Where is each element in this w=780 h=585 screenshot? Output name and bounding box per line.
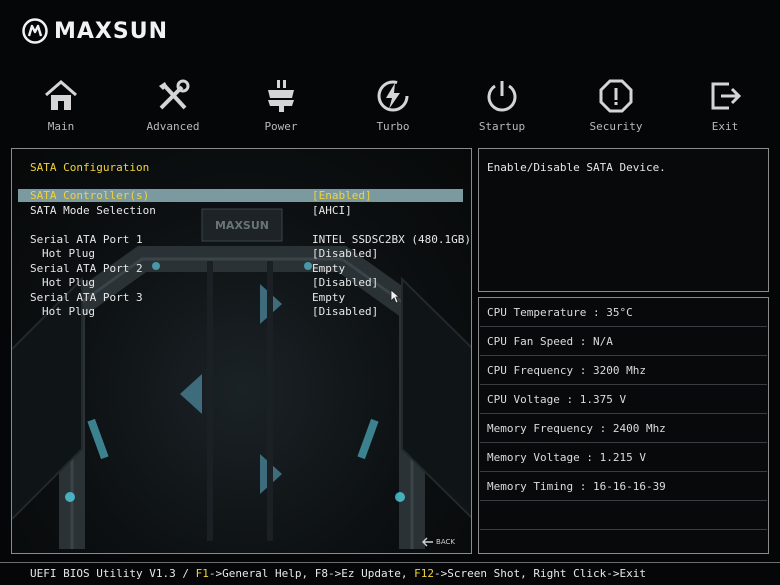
row-value[interactable]: [Disabled] (312, 276, 378, 289)
footer-f12-key: F12 (414, 567, 435, 580)
row-sata-mode-selection[interactable]: SATA Mode Selection [AHCI] (18, 204, 463, 217)
mouse-cursor-icon (390, 289, 400, 304)
row-label: Serial ATA Port 3 (30, 291, 143, 304)
row-value[interactable]: [Enabled] (312, 189, 372, 202)
back-button[interactable]: BACK (422, 537, 455, 547)
svg-text:MAXSUN: MAXSUN (215, 219, 269, 232)
divider (480, 471, 767, 472)
row-label: Serial ATA Port 1 (30, 233, 143, 246)
divider (480, 384, 767, 385)
tab-advanced[interactable]: Advanced (128, 78, 218, 133)
row-sata-controllers[interactable]: SATA Controller(s) [Enabled] (18, 189, 463, 202)
tab-exit-label: Exit (711, 120, 739, 133)
row-serial-ata-port-1: Serial ATA Port 1 INTEL SSDSC2BX (480.1G… (18, 233, 471, 246)
back-arrow-icon (422, 537, 434, 547)
footer-prefix: UEFI BIOS Utility V1.3 / (30, 567, 196, 580)
startup-icon (487, 81, 517, 112)
tab-security-label: Security (589, 120, 643, 133)
power-plug-icon (268, 80, 294, 112)
row-hot-plug-3[interactable]: Hot Plug [Disabled] (18, 305, 463, 318)
row-hot-plug-2[interactable]: Hot Plug [Disabled] (18, 276, 463, 289)
status-memory-frequency: Memory Frequency : 2400 Mhz (487, 422, 666, 435)
divider (480, 442, 767, 443)
row-label: SATA Controller(s) (30, 189, 150, 202)
tab-startup[interactable]: Startup (457, 78, 547, 133)
footer-f1-text: ->General Help, F8->Ez Update, (208, 567, 415, 580)
status-memory-voltage: Memory Voltage : 1.215 V (487, 451, 646, 464)
maxsun-logo-icon (22, 18, 48, 44)
help-text: Enable/Disable SATA Device. (487, 161, 666, 174)
hardware-status-panel: CPU Temperature : 35°C CPU Fan Speed : N… (478, 297, 769, 554)
row-value: Empty (312, 291, 346, 304)
row-value: Empty (312, 262, 346, 275)
row-label: Hot Plug (42, 247, 95, 260)
settings-panel: MAXSUN SATA Configuration SATA Controlle… (11, 148, 472, 554)
tab-power[interactable]: Power (236, 78, 326, 133)
row-label: Hot Plug (42, 276, 95, 289)
tab-power-label: Power (264, 120, 298, 133)
divider (480, 529, 767, 530)
turbo-icon (377, 80, 409, 112)
divider (480, 500, 767, 501)
exit-icon (711, 82, 742, 110)
status-memory-timing: Memory Timing : 16-16-16-39 (487, 480, 666, 493)
tab-startup-label: Startup (478, 120, 526, 133)
tools-icon (159, 79, 190, 110)
row-value[interactable]: [Disabled] (312, 305, 378, 318)
tab-main[interactable]: Main (16, 78, 106, 133)
footer-f1-key: F1 (195, 567, 209, 580)
row-value[interactable]: [AHCI] (312, 204, 352, 217)
tab-advanced-label: Advanced (146, 120, 200, 133)
tab-turbo-label: Turbo (376, 120, 410, 133)
tab-security[interactable]: Security (571, 78, 661, 133)
home-icon (45, 80, 77, 110)
footer-f12-text: ->Screen Shot, Right Click->Exit (434, 567, 646, 580)
brand-name: MAXSUN (54, 18, 169, 44)
back-button-label: BACK (436, 538, 455, 546)
divider (480, 413, 767, 414)
row-label: SATA Mode Selection (30, 204, 156, 217)
maxsun-logo: MAXSUN (22, 18, 168, 44)
row-label: Hot Plug (42, 305, 95, 318)
row-hot-plug-1[interactable]: Hot Plug [Disabled] (18, 247, 463, 260)
status-cpu-frequency: CPU Frequency : 3200 Mhz (487, 364, 646, 377)
row-value[interactable]: [Disabled] (312, 247, 378, 260)
status-cpu-temperature: CPU Temperature : 35°C (487, 306, 633, 319)
status-cpu-fan-speed: CPU Fan Speed : N/A (487, 335, 613, 348)
footer-help-text: UEFI BIOS Utility V1.3 / F1->General Hel… (30, 567, 646, 580)
tab-exit[interactable]: Exit (680, 78, 770, 133)
help-panel: Enable/Disable SATA Device. (478, 148, 769, 292)
main-nav-tabs: Main Advanced Power Turbo Startup Securi… (0, 78, 780, 140)
section-title: SATA Configuration (30, 161, 150, 174)
row-label: Serial ATA Port 2 (30, 262, 143, 275)
status-cpu-voltage: CPU Voltage : 1.375 V (487, 393, 627, 406)
divider (480, 326, 767, 327)
divider (480, 355, 767, 356)
security-icon (599, 79, 633, 113)
row-serial-ata-port-2: Serial ATA Port 2 Empty (18, 262, 463, 275)
footer-bar: UEFI BIOS Utility V1.3 / F1->General Hel… (0, 562, 780, 585)
row-value: INTEL SSDSC2BX (480.1GB) (312, 233, 471, 246)
tab-turbo[interactable]: Turbo (348, 78, 438, 133)
tab-main-label: Main (47, 120, 75, 133)
